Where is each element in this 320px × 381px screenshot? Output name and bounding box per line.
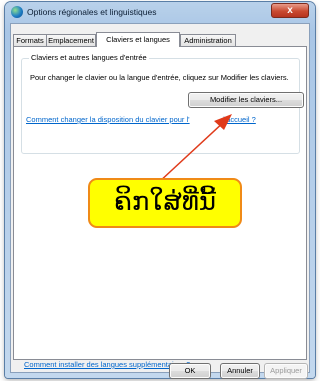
annotation-callout: ຄິກໃສ່ທີ່ນີ້ xyxy=(88,178,242,228)
